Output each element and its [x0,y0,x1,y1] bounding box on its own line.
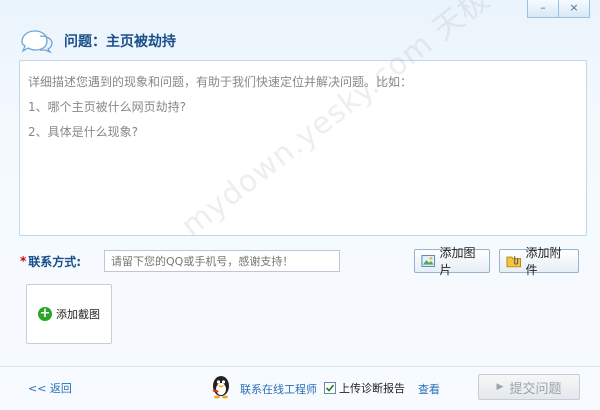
upload-report-checkbox[interactable] [324,382,336,394]
required-mark: * [20,254,27,268]
contact-input[interactable] [104,250,340,272]
play-arrow-icon: ▶ [496,382,504,392]
add-attachment-button[interactable]: 添加附件 [499,246,579,277]
back-link[interactable]: << 返回 [28,380,72,396]
contact-label: 联系方式: [28,254,82,269]
close-button[interactable]: × [558,0,590,18]
window-controls: – × [527,0,590,18]
description-textarea[interactable]: 详细描述您遇到的现象和问题，有助于我们快速定位并解决问题。比如： 1、哪个主页被… [19,60,587,236]
checkmark-icon [325,384,335,392]
minimize-button[interactable]: – [527,0,559,18]
image-icon [421,255,436,267]
plus-icon: + [38,306,52,321]
contact-engineer-link[interactable]: 联系在线工程师 [240,381,317,397]
upload-report-toggle[interactable]: 上传诊断报告 [324,380,405,396]
view-report-link[interactable]: 查看 [418,381,440,397]
add-image-label: 添加图片 [439,246,476,277]
add-screenshot-button[interactable]: + 添加截图 [26,284,112,344]
add-attachment-label: 添加附件 [525,246,562,277]
qq-penguin-icon [212,376,229,399]
add-screenshot-label: 添加截图 [56,308,100,321]
description-hint-line: 2、具体是什么现象? [28,125,139,139]
submit-label: 提交问题 [509,381,562,397]
description-hint-line: 1、哪个主页被什么网页劫持? [28,100,187,114]
add-image-button[interactable]: 添加图片 [414,246,490,277]
description-hint-line: 详细描述您遇到的现象和问题，有助于我们快速定位并解决问题。比如： [28,75,413,89]
upload-report-label: 上传诊断报告 [339,382,405,395]
chat-bubbles-icon [21,30,53,54]
contact-row: * 联系方式: [20,250,340,272]
submit-button[interactable]: ▶ 提交问题 [478,374,580,400]
folder-icon [506,256,522,268]
footer-divider [0,366,600,367]
page-title: 问题：主页被劫持 [64,34,176,50]
dialog-header: 问题：主页被劫持 [18,28,176,54]
